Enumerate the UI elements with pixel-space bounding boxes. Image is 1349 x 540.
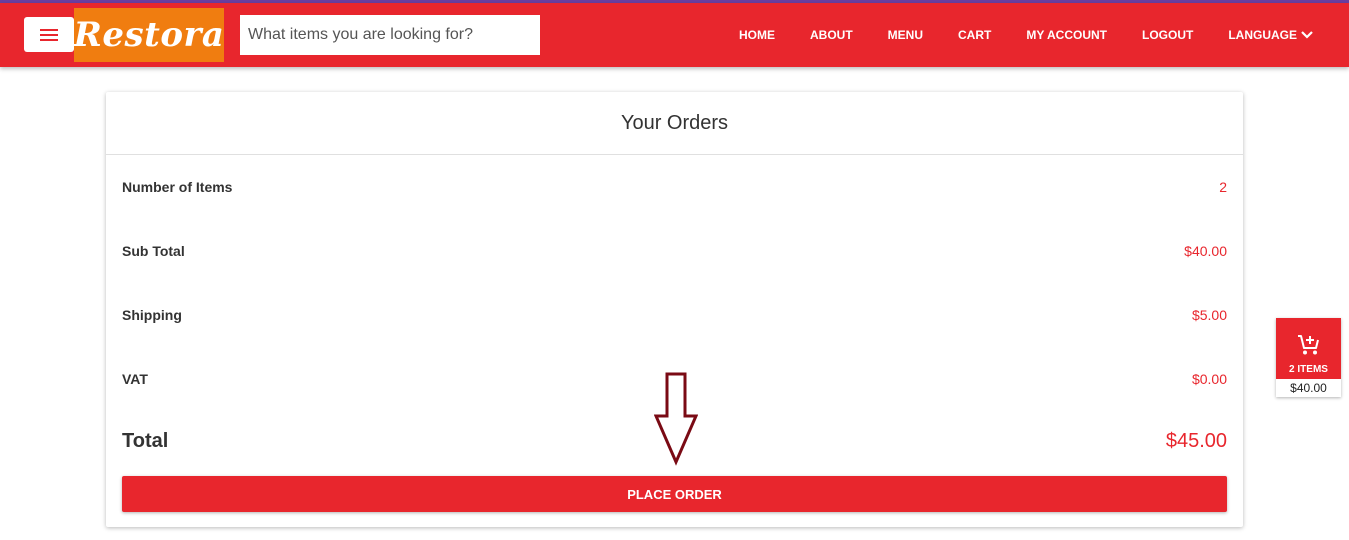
total-label: Total — [122, 430, 169, 452]
floating-cart-widget[interactable]: 2 ITEMS $40.00 — [1276, 318, 1341, 397]
cart-price: $40.00 — [1276, 379, 1341, 397]
hamburger-icon — [40, 28, 58, 42]
navbar: Restora HOME ABOUT MENU CART MY ACCOUNT … — [0, 3, 1349, 67]
cart-widget-top: 2 ITEMS — [1276, 318, 1341, 379]
summary-label: VAT — [122, 371, 148, 387]
nav-cart[interactable]: CART — [958, 28, 991, 42]
summary-value: $5.00 — [1191, 307, 1227, 323]
chevron-down-icon — [1297, 28, 1313, 42]
summary-row-subtotal: Sub Total $40.00 — [122, 241, 1227, 261]
nav-my-account[interactable]: MY ACCOUNT — [1026, 28, 1107, 42]
search-input[interactable] — [240, 15, 540, 55]
logo[interactable]: Restora — [74, 8, 224, 62]
cart-add-icon — [1297, 334, 1321, 361]
nav-language-label: LANGUAGE — [1228, 28, 1297, 42]
orders-title: Your Orders — [106, 92, 1243, 155]
hamburger-menu-button[interactable] — [24, 17, 74, 52]
nav-language[interactable]: LANGUAGE — [1228, 28, 1313, 42]
summary-value: 2 — [1219, 179, 1227, 195]
summary-label: Sub Total — [122, 243, 185, 259]
nav-menu[interactable]: MENU — [888, 28, 923, 42]
nav-home[interactable]: HOME — [739, 28, 775, 42]
summary-row-shipping: Shipping $5.00 — [122, 305, 1227, 325]
summary-label: Number of Items — [122, 179, 233, 195]
summary-value: $0.00 — [1191, 371, 1227, 387]
summary-value: $40.00 — [1184, 243, 1227, 259]
cart-count: 2 ITEMS — [1289, 364, 1328, 375]
place-order-button[interactable]: PLACE ORDER — [122, 476, 1227, 512]
nav-links: HOME ABOUT MENU CART MY ACCOUNT LOGOUT L… — [704, 3, 1313, 67]
nav-logout[interactable]: LOGOUT — [1142, 28, 1193, 42]
summary-row-items: Number of Items 2 — [122, 177, 1227, 197]
down-arrow-annotation — [654, 372, 698, 466]
total-value: $45.00 — [1165, 430, 1227, 452]
logo-text: Restora — [73, 15, 225, 55]
summary-label: Shipping — [122, 307, 182, 323]
nav-about[interactable]: ABOUT — [810, 28, 853, 42]
